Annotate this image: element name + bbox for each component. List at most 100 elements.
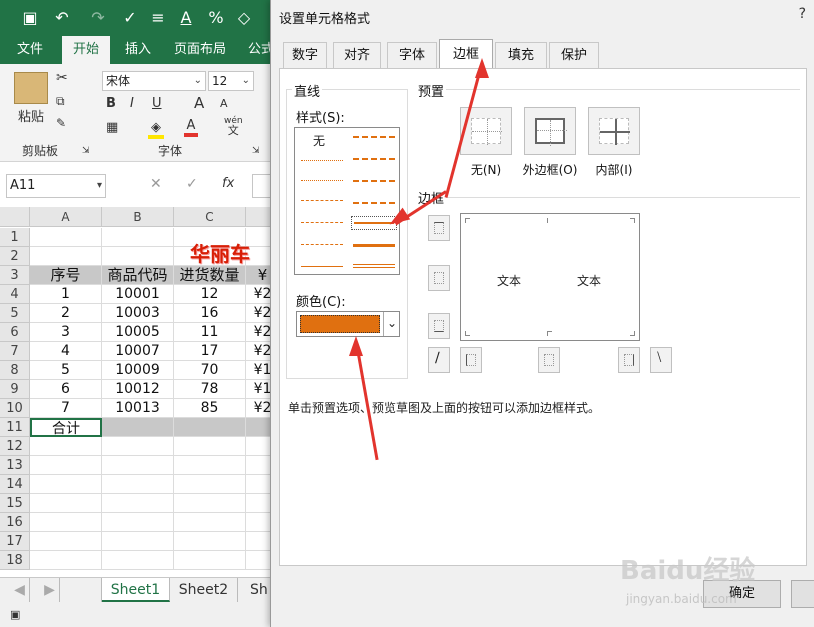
data-cell[interactable]: 4 xyxy=(30,342,102,361)
row-header[interactable]: 2 xyxy=(0,247,30,266)
align-icon[interactable]: ≡ xyxy=(148,8,168,28)
format-icon[interactable]: ◇ xyxy=(234,8,254,28)
cut-icon[interactable]: ✂ xyxy=(56,70,68,86)
row-header[interactable]: 9 xyxy=(0,380,30,399)
empty-cell[interactable] xyxy=(174,513,246,532)
dialog-launcher-icon[interactable]: ⇲ xyxy=(82,146,90,156)
empty-cell[interactable] xyxy=(30,513,102,532)
percent-icon[interactable]: % xyxy=(206,8,226,28)
row-header[interactable]: 3 xyxy=(0,266,30,285)
row-header[interactable]: 14 xyxy=(0,475,30,494)
column-header-c[interactable]: C xyxy=(174,207,246,227)
macro-record-icon[interactable]: ▣ xyxy=(10,608,20,621)
column-header-b[interactable]: B xyxy=(102,207,174,227)
line-style-thick[interactable] xyxy=(353,244,395,247)
row-header[interactable]: 4 xyxy=(0,285,30,304)
total-cell[interactable] xyxy=(174,418,246,437)
data-cell[interactable]: 10007 xyxy=(102,342,174,361)
cancel-button[interactable] xyxy=(791,580,814,608)
empty-cell[interactable] xyxy=(174,494,246,513)
empty-cell[interactable] xyxy=(30,494,102,513)
empty-cell[interactable] xyxy=(102,551,174,570)
grow-font-button[interactable]: A xyxy=(194,94,204,112)
sheet-tab-sheet1[interactable]: Sheet1 xyxy=(102,578,170,602)
prev-sheet-icon[interactable]: ◀ xyxy=(10,578,30,602)
font-size-combo[interactable]: 12 ⌄ xyxy=(208,71,254,91)
empty-cell[interactable] xyxy=(174,551,246,570)
border-bottom-button[interactable] xyxy=(428,313,450,339)
empty-cell[interactable] xyxy=(30,532,102,551)
empty-cell[interactable] xyxy=(102,437,174,456)
color-dropdown[interactable]: ⌄ xyxy=(296,311,400,337)
phonetic-button[interactable]: wén 文 xyxy=(224,116,243,136)
line-style-dash-dot[interactable] xyxy=(301,222,343,224)
underline-button[interactable]: U xyxy=(152,96,162,111)
sheet-tab-sheet2[interactable]: Sheet2 xyxy=(170,578,238,602)
line-style-none[interactable]: 无 xyxy=(313,132,325,149)
data-cell[interactable]: 10012 xyxy=(102,380,174,399)
borders-icon[interactable]: ▦ xyxy=(106,120,118,135)
name-box[interactable]: A11 ▾ xyxy=(6,174,106,198)
enter-icon[interactable]: ✓ xyxy=(186,176,198,192)
data-cell[interactable]: 7 xyxy=(30,399,102,418)
format-painter-icon[interactable]: ✎ xyxy=(56,116,66,130)
data-cell[interactable]: 10003 xyxy=(102,304,174,323)
empty-cell[interactable] xyxy=(174,475,246,494)
line-style-medium-dash-dot[interactable] xyxy=(353,180,395,182)
border-inside-vertical-button[interactable] xyxy=(538,347,560,373)
dialog-launcher-icon[interactable]: ⇲ xyxy=(252,146,260,156)
preset-outline-button[interactable] xyxy=(524,107,576,155)
tab-insert[interactable]: 插入 xyxy=(116,36,160,64)
row-header[interactable]: 1 xyxy=(0,228,30,247)
empty-cell[interactable] xyxy=(102,494,174,513)
column-header-a[interactable]: A xyxy=(30,207,102,227)
empty-cell[interactable] xyxy=(30,551,102,570)
row-header[interactable]: 8 xyxy=(0,361,30,380)
empty-cell[interactable] xyxy=(30,437,102,456)
spelling-icon[interactable]: ✓ xyxy=(120,8,140,28)
data-cell[interactable]: 2 xyxy=(30,304,102,323)
line-style-medium-dash-dot-dot[interactable] xyxy=(353,136,395,138)
paste-icon[interactable] xyxy=(14,72,48,104)
total-cell[interactable] xyxy=(102,418,174,437)
border-diagonal-down-button[interactable]: ⧵ xyxy=(650,347,672,373)
data-cell[interactable]: 1 xyxy=(30,285,102,304)
data-cell[interactable]: 5 xyxy=(30,361,102,380)
row-header[interactable]: 5 xyxy=(0,304,30,323)
data-cell[interactable]: 70 xyxy=(174,361,246,380)
row-header[interactable]: 6 xyxy=(0,323,30,342)
data-cell[interactable]: 16 xyxy=(174,304,246,323)
data-cell[interactable]: 3 xyxy=(30,323,102,342)
data-cell[interactable]: 11 xyxy=(174,323,246,342)
border-preview[interactable]: 文本 文本 xyxy=(460,213,640,341)
tab-file[interactable]: 文件 xyxy=(8,36,52,64)
insert-function-button[interactable]: fx xyxy=(222,176,234,191)
empty-cell[interactable] xyxy=(102,532,174,551)
line-style-dashed[interactable] xyxy=(301,244,343,246)
font-color-icon[interactable]: A xyxy=(176,8,196,28)
tab-page-layout[interactable]: 页面布局 xyxy=(168,36,232,64)
header-cell[interactable]: 商品代码 xyxy=(102,266,174,285)
line-style-medium-dashed[interactable] xyxy=(353,202,395,204)
sheet-title[interactable]: 华丽车 xyxy=(190,235,280,273)
empty-cell[interactable] xyxy=(30,247,102,266)
data-cell[interactable]: 10001 xyxy=(102,285,174,304)
tab-fill[interactable]: 填充 xyxy=(495,42,547,68)
empty-cell[interactable] xyxy=(102,475,174,494)
bold-button[interactable]: B xyxy=(106,96,116,111)
line-style-dotted[interactable] xyxy=(301,180,343,182)
italic-button[interactable]: I xyxy=(130,96,134,111)
border-right-button[interactable] xyxy=(618,347,640,373)
empty-cell[interactable] xyxy=(30,228,102,247)
tab-home[interactable]: 开始 xyxy=(62,36,110,64)
tab-font[interactable]: 字体 xyxy=(387,42,437,68)
data-cell[interactable]: 6 xyxy=(30,380,102,399)
empty-cell[interactable] xyxy=(30,475,102,494)
row-header[interactable]: 18 xyxy=(0,551,30,570)
row-header[interactable]: 17 xyxy=(0,532,30,551)
cancel-icon[interactable]: ✕ xyxy=(150,176,162,192)
data-cell[interactable]: 10005 xyxy=(102,323,174,342)
redo-icon[interactable]: ↷ xyxy=(88,8,108,28)
border-inside-horizontal-button[interactable] xyxy=(428,265,450,291)
data-cell[interactable]: 10013 xyxy=(102,399,174,418)
